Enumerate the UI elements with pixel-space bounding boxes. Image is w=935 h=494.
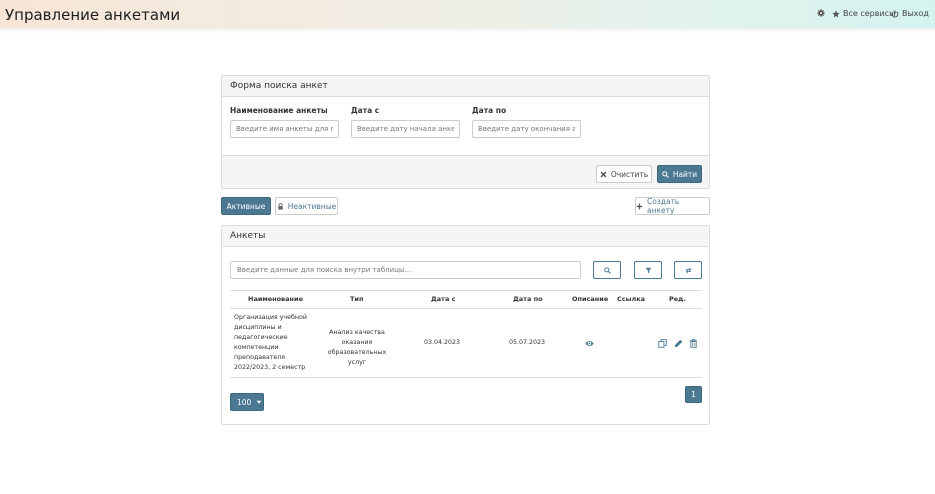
page-1-button[interactable]: 1 <box>685 386 702 403</box>
create-survey-label: Создать анкету <box>646 197 680 215</box>
eye-icon <box>584 340 594 346</box>
page-size-value: 100 <box>237 397 252 407</box>
column-header-edit[interactable]: Ред. <box>669 295 686 303</box>
find-button-label: Найти <box>672 169 698 179</box>
logout-link[interactable]: Выход <box>891 9 929 18</box>
table-search-input[interactable] <box>230 261 581 279</box>
row-date-to-cell: 05.07.2023 <box>509 339 546 346</box>
name-search-input[interactable] <box>230 120 339 138</box>
copy-link-button[interactable] <box>657 338 667 348</box>
caret-down-icon <box>256 400 262 404</box>
logout-label: Выход <box>902 9 929 18</box>
date-to-label: Дата по <box>472 106 507 115</box>
surveys-title: Анкеты <box>222 226 709 247</box>
column-header-type[interactable]: Тип <box>350 295 363 303</box>
pencil-icon <box>674 339 682 347</box>
column-header-name[interactable]: Наименование <box>248 295 303 303</box>
clear-button-label: Очистить <box>610 169 649 179</box>
row-name-cell: Организация учебной дисциплины и педагог… <box>234 314 307 371</box>
active-filter-button[interactable]: Активные <box>221 197 271 215</box>
active-filter-label: Активные <box>226 201 266 211</box>
inactive-filter-label: Неактивные <box>287 201 337 211</box>
date-to-input[interactable] <box>472 120 581 138</box>
table-row-border <box>230 377 702 378</box>
row-type-cell: Анализ качества оказания образовательных… <box>327 329 387 366</box>
search-icon <box>603 266 611 274</box>
view-description-button[interactable] <box>584 338 594 348</box>
plus-icon <box>636 203 643 209</box>
search-form-footer: Очистить Найти <box>222 155 709 188</box>
gear-icon <box>817 9 825 17</box>
column-header-link[interactable]: Ссылка <box>617 295 645 303</box>
table-search-button[interactable] <box>593 261 621 279</box>
refresh-icon <box>685 267 691 273</box>
search-form-title: Форма поиска анкет <box>222 76 709 97</box>
column-header-description[interactable]: Описание <box>572 295 608 303</box>
table-header-border <box>230 308 702 309</box>
date-from-input[interactable] <box>351 120 460 138</box>
column-header-date-from[interactable]: Дата с <box>431 295 455 303</box>
app-title: Управление анкетами <box>5 6 181 24</box>
settings-link[interactable] <box>817 9 825 17</box>
all-services-label: Все сервисы <box>843 9 896 18</box>
surveys-panel: Анкеты Наименование Тип Дата с Дата по О… <box>221 225 710 425</box>
table-filter-button[interactable] <box>634 261 662 279</box>
name-field-label: Наименование анкеты <box>230 106 328 115</box>
trash-icon <box>689 338 697 348</box>
copy-icon <box>657 338 667 348</box>
inactive-filter-button[interactable]: Неактивные <box>275 197 338 215</box>
lock-icon <box>278 202 283 210</box>
delete-button[interactable] <box>688 338 698 348</box>
power-icon <box>891 9 899 17</box>
page-size-select[interactable]: 100 <box>230 393 264 411</box>
date-from-label: Дата с <box>351 106 380 115</box>
table-top-border <box>230 290 702 291</box>
star-icon <box>832 9 840 17</box>
search-form-panel: Форма поиска анкет Наименование анкеты Д… <box>221 75 710 189</box>
clear-button[interactable]: Очистить <box>596 165 652 183</box>
find-button[interactable]: Найти <box>657 165 702 183</box>
current-page-label: 1 <box>691 390 696 399</box>
top-bar: Управление анкетами Все сервисы Выход <box>0 0 935 28</box>
table-refresh-button[interactable] <box>674 261 702 279</box>
column-header-date-to[interactable]: Дата по <box>513 295 543 303</box>
edit-button[interactable] <box>673 338 683 348</box>
close-icon <box>600 171 607 177</box>
row-date-from-cell: 03.04.2023 <box>424 339 461 346</box>
search-icon <box>662 170 669 178</box>
filter-icon <box>645 267 651 273</box>
all-services-link[interactable]: Все сервисы <box>832 9 895 18</box>
create-survey-button[interactable]: Создать анкету <box>635 197 710 215</box>
